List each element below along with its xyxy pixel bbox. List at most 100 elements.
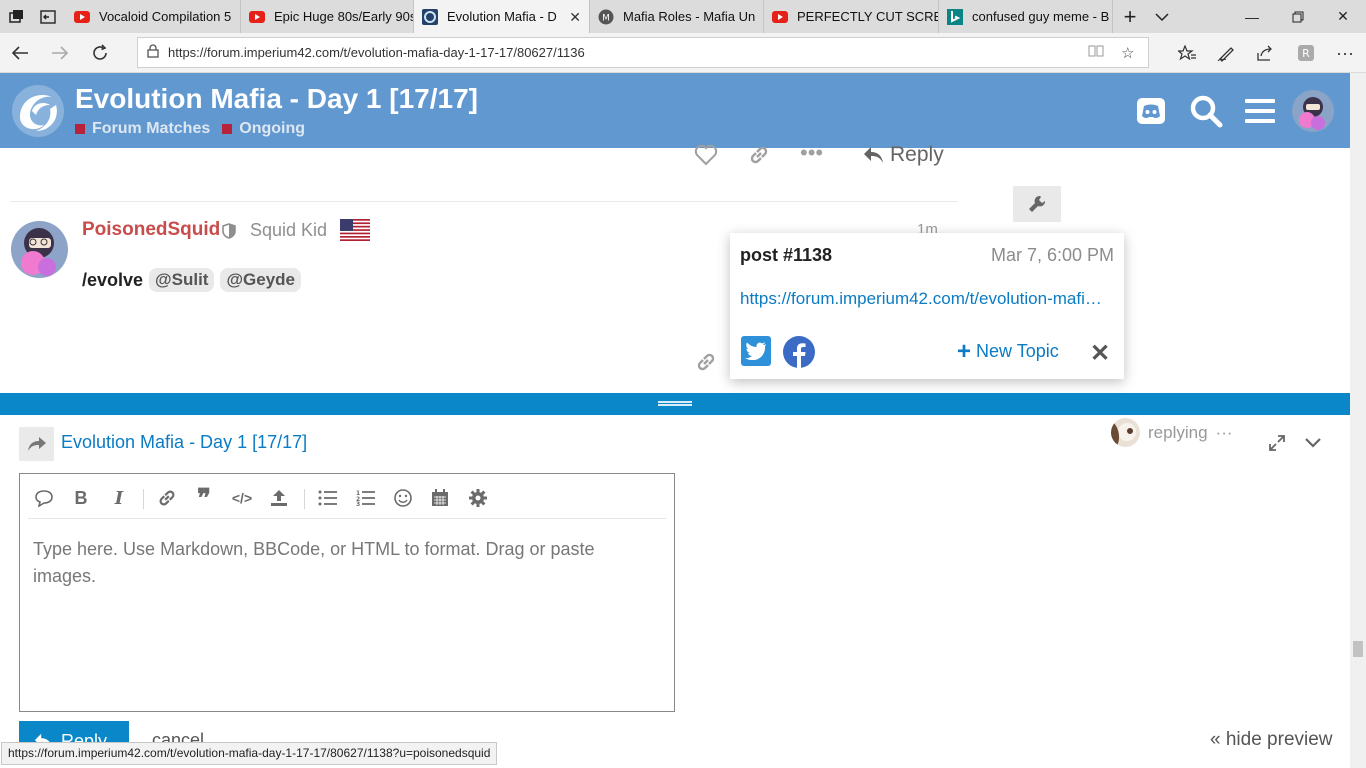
fullscreen-expand-icon[interactable]	[1265, 431, 1289, 455]
share-url-link[interactable]: https://forum.imperium42.com/t/evolution…	[740, 289, 1110, 309]
bold-icon[interactable]: B	[68, 485, 94, 511]
replying-user-avatar	[1111, 418, 1140, 447]
share-icon[interactable]	[1251, 39, 1279, 67]
us-flag-icon	[340, 219, 370, 241]
gear-icon[interactable]	[465, 485, 491, 511]
user-avatar[interactable]	[1292, 90, 1334, 132]
ellipsis-icon: ···	[1215, 422, 1233, 442]
category-color-square	[75, 124, 85, 134]
close-tab-icon[interactable]: ✕	[569, 9, 581, 26]
search-icon[interactable]	[1189, 91, 1223, 131]
page-scrollbar[interactable]	[1350, 73, 1366, 768]
youtube-icon	[249, 9, 265, 25]
mention-geyde[interactable]: @Geyde	[220, 268, 302, 292]
poster-username[interactable]: PoisonedSquid	[82, 219, 220, 241]
tab-perfectly-cut[interactable]: PERFECTLY CUT SCREA	[764, 0, 939, 33]
more-menu-icon[interactable]: ···	[1331, 39, 1359, 67]
browser-nav-bar: https://forum.imperium42.com/t/evolution…	[0, 33, 1366, 73]
category-breadcrumb: Forum Matches Ongoing	[75, 120, 305, 138]
replying-label: replying	[1148, 422, 1208, 442]
tab-mafia-roles[interactable]: M Mafia Roles - Mafia Un	[590, 0, 764, 33]
scrollbar-thumb[interactable]	[1353, 641, 1363, 657]
imperium-logo-icon[interactable]	[10, 83, 66, 139]
tab-label: PERFECTLY CUT SCREA	[797, 9, 939, 24]
mafia-universe-icon: M	[598, 9, 614, 25]
address-bar[interactable]: https://forum.imperium42.com/t/evolution…	[137, 37, 1149, 68]
composer-textarea[interactable]: Type here. Use Markdown, BBCode, or HTML…	[33, 536, 653, 590]
post-text: /evolve	[82, 269, 144, 290]
restore-icon[interactable]	[1275, 0, 1321, 33]
emoji-icon[interactable]	[390, 485, 416, 511]
new-tab-icon[interactable]: +	[1114, 0, 1146, 33]
new-topic-button[interactable]: + New Topic	[957, 337, 1059, 365]
twitter-icon[interactable]	[741, 336, 771, 366]
wrench-admin-icon[interactable]	[1013, 186, 1061, 222]
editor-toolbar: B I ❞ </> 123	[20, 474, 674, 519]
minimize-icon[interactable]: —	[1229, 0, 1275, 33]
more-options-icon[interactable]: •••	[800, 140, 823, 166]
favorite-star-icon[interactable]: ☆	[1121, 44, 1134, 62]
close-icon[interactable]: ✕	[1090, 339, 1110, 368]
forum-header: Evolution Mafia - Day 1 [17/17] Forum Ma…	[0, 73, 1350, 148]
poster-title: Squid Kid	[250, 220, 328, 240]
tab-list-chevron-icon[interactable]	[1146, 0, 1178, 33]
tab-epic-80s[interactable]: Epic Huge 80s/Early 90s	[241, 0, 414, 33]
hamburger-menu-icon[interactable]	[1243, 91, 1277, 131]
notes-pen-icon[interactable]	[1212, 39, 1240, 67]
tab-confused-guy[interactable]: confused guy meme - B	[939, 0, 1113, 33]
reading-view-icon[interactable]	[1088, 44, 1104, 62]
extension-icon[interactable]: R	[1292, 39, 1320, 67]
imperium-icon	[422, 8, 438, 25]
facebook-icon[interactable]	[783, 336, 815, 368]
speech-bubble-icon[interactable]	[31, 485, 57, 511]
tab-vocaloid[interactable]: Vocaloid Compilation 5	[66, 0, 241, 33]
calendar-icon[interactable]	[427, 485, 453, 511]
youtube-icon	[74, 9, 90, 25]
lock-icon	[138, 44, 168, 61]
italic-icon[interactable]: I	[106, 485, 132, 511]
toolbar-separator	[304, 489, 305, 509]
back-arrow-icon[interactable]	[6, 39, 34, 67]
upload-icon[interactable]	[266, 485, 292, 511]
svg-text:M: M	[602, 13, 610, 23]
composer-topic-link[interactable]: Evolution Mafia - Day 1 [17/17]	[61, 432, 307, 453]
link-icon[interactable]	[695, 351, 717, 378]
tab-label: Epic Huge 80s/Early 90s	[274, 9, 414, 24]
forward-arrow-icon[interactable]	[46, 39, 74, 67]
code-icon[interactable]: </>	[229, 485, 255, 511]
composer-resize-grip[interactable]	[0, 393, 1350, 415]
post-divider	[10, 201, 958, 202]
share-post-date: Mar 7, 6:00 PM	[990, 245, 1114, 265]
url-text: https://forum.imperium42.com/t/evolution…	[168, 45, 585, 60]
reply-action-share-icon[interactable]	[19, 427, 54, 461]
heart-icon[interactable]	[694, 144, 718, 172]
category-color-square	[222, 124, 233, 134]
poster-avatar[interactable]	[11, 221, 68, 278]
link-icon[interactable]	[154, 485, 180, 511]
link-icon[interactable]	[748, 144, 770, 172]
reply-button-previous-post[interactable]: Reply	[862, 143, 944, 167]
chevron-down-icon[interactable]	[1301, 431, 1325, 455]
share-post-popup: post #1138 Mar 7, 6:00 PM https://forum.…	[730, 233, 1124, 379]
bulleted-list-icon[interactable]	[315, 485, 341, 511]
tabs-aside-icon[interactable]	[32, 0, 64, 33]
tab-label: Vocaloid Compilation 5	[99, 9, 232, 24]
tab-label: confused guy meme - B	[972, 9, 1110, 24]
tab-evolution-mafia[interactable]: Evolution Mafia - D ✕	[414, 0, 590, 33]
topic-title[interactable]: Evolution Mafia - Day 1 [17/17]	[75, 83, 478, 115]
numbered-list-icon[interactable]: 123	[353, 485, 379, 511]
svg-text:3: 3	[356, 501, 360, 506]
quote-icon[interactable]: ❞	[191, 483, 217, 513]
refresh-icon[interactable]	[86, 39, 114, 67]
hide-preview-link[interactable]: « hide preview	[1210, 729, 1333, 751]
category-forum-matches[interactable]: Forum Matches	[75, 120, 210, 138]
share-post-title: post #1138	[740, 245, 833, 265]
plus-icon: +	[957, 337, 972, 365]
close-window-icon[interactable]: ✕	[1320, 0, 1366, 33]
discord-icon[interactable]	[1134, 91, 1168, 131]
category-ongoing[interactable]: Ongoing	[222, 120, 305, 138]
tab-actions-icon[interactable]	[0, 0, 32, 33]
youtube-icon	[772, 9, 788, 25]
mention-sulit[interactable]: @Sulit	[149, 268, 215, 292]
favorites-icon[interactable]	[1173, 39, 1201, 67]
